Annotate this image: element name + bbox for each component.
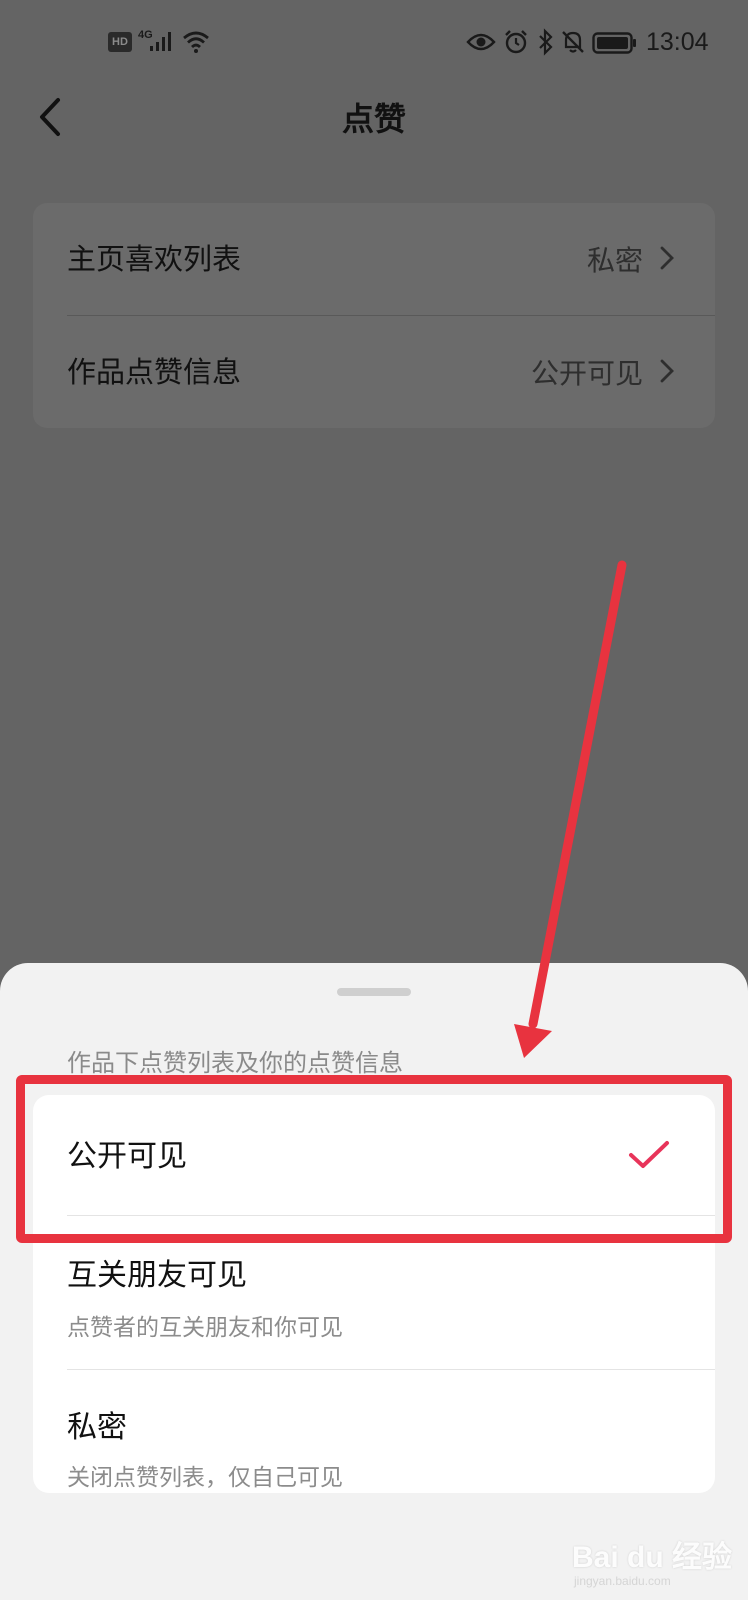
- watermark-site: jingyan.baidu.com: [574, 1574, 671, 1588]
- watermark-brand: Bai du 经验: [572, 1541, 733, 1574]
- annotation-highlight-box: [16, 1075, 732, 1243]
- annotation-arrow: [514, 560, 627, 1058]
- watermark: Bai du 经验 jingyan.baidu.com: [572, 1508, 742, 1594]
